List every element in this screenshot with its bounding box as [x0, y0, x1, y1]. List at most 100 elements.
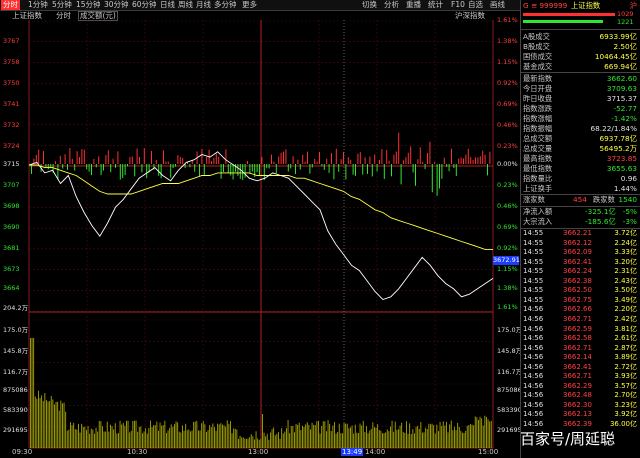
- volume-bar: [172, 426, 174, 448]
- up-bar: [465, 154, 467, 165]
- up-bar: [38, 149, 40, 164]
- tab-multi-min[interactable]: 多分钟: [214, 0, 237, 10]
- tab-15min[interactable]: 15分钟: [76, 0, 101, 10]
- stat-row: 最低指数 3655.63: [523, 164, 637, 173]
- volume-bar: [142, 433, 143, 448]
- up-bar: [59, 155, 61, 164]
- up-bar: [285, 149, 287, 164]
- tick-row: 14:56 3662.71 3.93亿: [523, 372, 639, 381]
- tick-time: 14:56: [523, 362, 544, 371]
- down-bar: [134, 164, 136, 177]
- up-bar: [139, 157, 140, 164]
- volume-bar: [342, 433, 343, 448]
- volume-bar: [326, 431, 327, 448]
- volume-bar: [407, 433, 409, 448]
- volume-bar: [225, 426, 227, 448]
- tick-row: 14:56 3662.29 3.57亿: [523, 382, 639, 391]
- menu-stats[interactable]: 统计: [428, 0, 443, 10]
- axis-vol-label: 291695: [3, 426, 28, 434]
- menu-switch[interactable]: 切换: [362, 0, 377, 10]
- up-bar: [316, 161, 318, 164]
- axis-pct-label: 0.23%: [497, 181, 518, 189]
- tick-row: 14:56 3662.30 3.23亿: [523, 401, 639, 410]
- volume-bar: [188, 429, 190, 448]
- down-bar: [67, 164, 68, 170]
- axis-price-label: 3741: [3, 100, 20, 108]
- volume-bar: [49, 400, 51, 448]
- volume-bar: [441, 426, 443, 448]
- volume-bar: [105, 431, 107, 448]
- up-bar: [467, 148, 469, 164]
- tick-amount: 3.93亿: [614, 372, 637, 381]
- volume-bar: [334, 422, 335, 448]
- tick-amount: 3.92亿: [614, 410, 637, 419]
- tab-more[interactable]: 更多: [242, 0, 257, 10]
- tick-time: 14:56: [523, 334, 544, 343]
- volume-bar: [218, 424, 220, 448]
- up-bar: [247, 161, 248, 165]
- volume-bar: [374, 427, 375, 448]
- up-bar: [381, 149, 383, 164]
- time-label: 10:30: [127, 448, 148, 456]
- tab-30min[interactable]: 30分钟: [104, 0, 129, 10]
- volume-bar: [174, 424, 175, 448]
- tab-1min[interactable]: 1分钟: [28, 0, 48, 10]
- axis-vol-label: 204.2万: [3, 304, 29, 312]
- volume-bar: [481, 418, 483, 448]
- menu-replay[interactable]: 重播: [406, 0, 421, 10]
- up-bar: [297, 159, 299, 164]
- menu-f10[interactable]: F10: [451, 0, 465, 10]
- volume-bar: [63, 402, 65, 448]
- up-bar: [79, 157, 80, 164]
- volume-bar: [41, 395, 43, 448]
- tick-row: 14:55 3662.75 3.49亿: [523, 296, 639, 305]
- tick-row: 14:55 3662.38 2.43亿: [523, 277, 639, 286]
- volume-bar: [226, 420, 228, 448]
- volume-bar: [73, 422, 75, 448]
- volume-bar: [94, 433, 95, 448]
- menu-analysis[interactable]: 分析: [384, 0, 399, 10]
- down-bar: [295, 164, 296, 174]
- panel-index-name: 上证指数: [571, 1, 601, 10]
- tab-daily[interactable]: 日线: [160, 0, 175, 10]
- down-bar: [439, 164, 440, 189]
- volume-bar: [177, 422, 179, 448]
- tab-monthly[interactable]: 月线: [196, 0, 211, 10]
- up-bar: [331, 153, 332, 164]
- axis-pct-label: 0.00%: [497, 160, 518, 168]
- axis-pct-label: 0.92%: [497, 79, 518, 87]
- menu-watchlist[interactable]: 自选: [468, 0, 483, 10]
- up-bar: [206, 157, 208, 164]
- tab-weekly[interactable]: 周线: [178, 0, 193, 10]
- intraday-chart[interactable]: [0, 20, 520, 458]
- volume-bar: [97, 431, 99, 448]
- up-bar: [261, 156, 263, 165]
- volume-bar: [364, 432, 366, 448]
- volume-bar: [118, 433, 119, 448]
- down-bar: [86, 164, 88, 170]
- volume-bar: [230, 421, 231, 448]
- up-bar: [472, 160, 474, 164]
- volume-bar: [103, 431, 105, 448]
- volume-bar: [222, 424, 223, 448]
- up-bar: [131, 156, 133, 164]
- tab-5min[interactable]: 5分钟: [52, 0, 72, 10]
- volume-bar: [271, 429, 273, 448]
- volume-bar: [377, 424, 379, 448]
- volume-bar: [426, 429, 428, 448]
- up-bar: [417, 159, 419, 164]
- tab-60min[interactable]: 60分钟: [132, 0, 157, 10]
- volume-bar: [298, 422, 300, 448]
- tab-fenshi[interactable]: 分时: [1, 0, 20, 10]
- volume-bar: [130, 430, 132, 448]
- volume-bar: [316, 421, 318, 448]
- down-bar: [309, 164, 311, 174]
- up-bar: [71, 158, 73, 165]
- menu-draw[interactable]: 画线: [490, 0, 505, 10]
- volume-bar: [383, 433, 385, 448]
- volume-bar: [98, 420, 100, 448]
- volume-bar: [305, 424, 307, 448]
- tick-amount: 2.42亿: [614, 314, 637, 323]
- divider: [521, 29, 640, 30]
- volume-bar: [463, 433, 465, 448]
